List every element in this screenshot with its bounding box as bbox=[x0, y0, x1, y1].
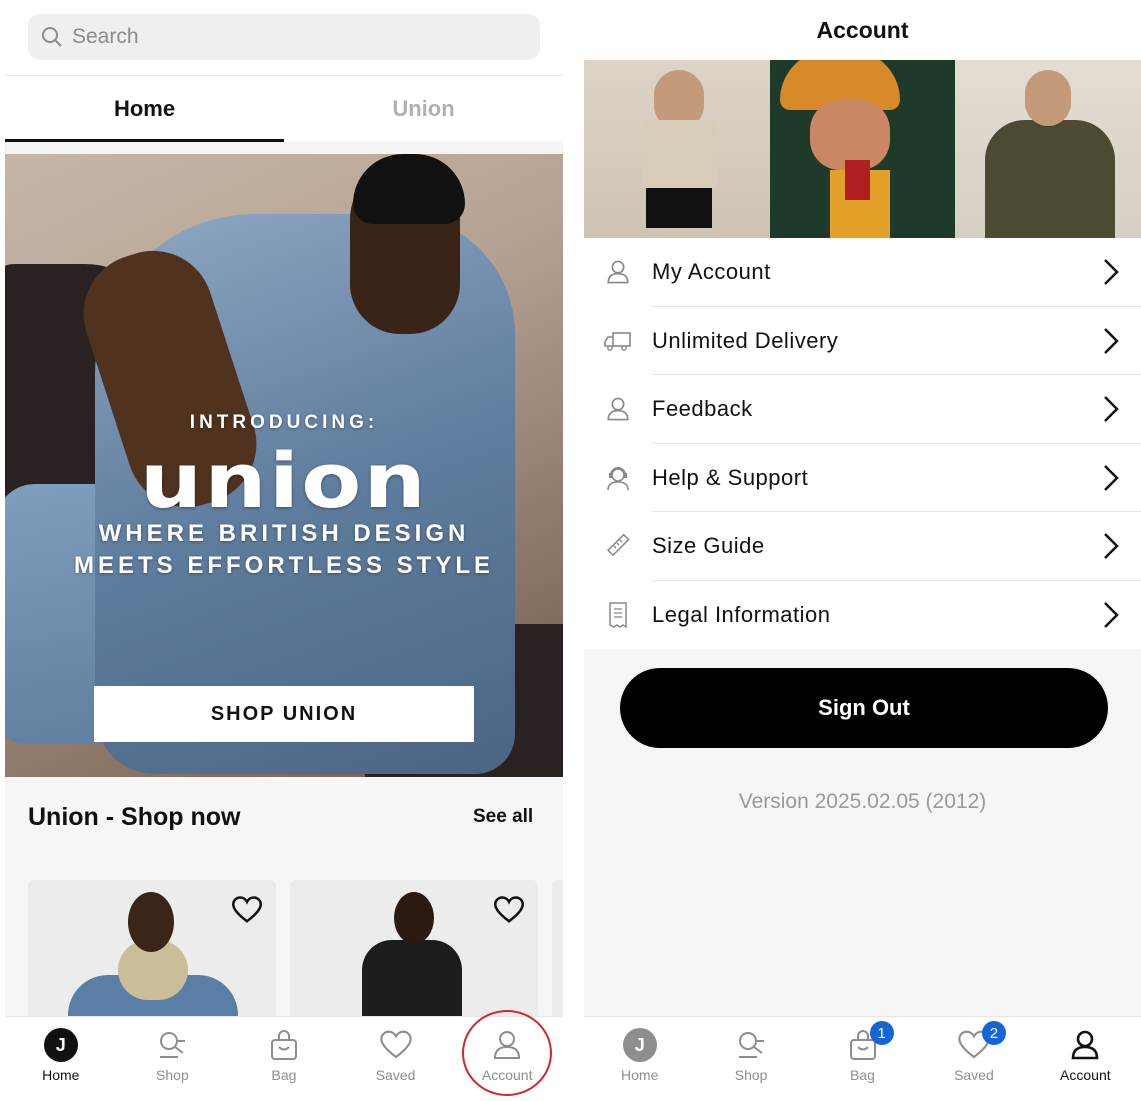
menu-item-help-support[interactable]: Help & Support bbox=[584, 444, 1141, 513]
ruler-icon bbox=[607, 533, 630, 557]
heart-icon[interactable] bbox=[494, 896, 524, 924]
hero-banner[interactable]: INTRODUCING: union WHERE BRITISH DESIGN … bbox=[5, 154, 563, 777]
divider bbox=[5, 142, 563, 154]
receipt-icon bbox=[609, 602, 627, 629]
hero-intro-text: INTRODUCING: bbox=[189, 412, 379, 433]
person-icon bbox=[1072, 1030, 1099, 1060]
saved-count-badge: 2 bbox=[981, 1021, 1006, 1045]
tab-home[interactable]: Home bbox=[5, 76, 284, 142]
shop-union-button[interactable]: SHOP UNION bbox=[94, 686, 474, 742]
menu-item-my-account[interactable]: My Account bbox=[584, 238, 1141, 307]
menu-label: Feedback bbox=[652, 396, 753, 422]
page-title: Account bbox=[584, 0, 1141, 60]
menu-label: Size Guide bbox=[652, 533, 765, 559]
nav-shop[interactable]: Shop bbox=[117, 1017, 229, 1101]
menu-label: Legal Information bbox=[652, 601, 831, 627]
nav-label: Account bbox=[1060, 1067, 1111, 1083]
menu-item-feedback[interactable]: Feedback bbox=[584, 375, 1141, 444]
j-logo-icon: J bbox=[622, 1028, 657, 1062]
chevron-right-icon bbox=[1104, 396, 1119, 423]
search-icon bbox=[42, 27, 62, 47]
nav-home[interactable]: J Home bbox=[584, 1017, 695, 1101]
banner-photo bbox=[955, 60, 1141, 238]
heart-icon bbox=[379, 1030, 412, 1059]
search-bar[interactable]: Search bbox=[28, 14, 540, 60]
banner-photo bbox=[584, 60, 770, 238]
menu-item-unlimited-delivery[interactable]: Unlimited Delivery bbox=[584, 307, 1141, 376]
nav-shop[interactable]: Shop bbox=[695, 1017, 806, 1101]
hero-tagline: MEETS EFFORTLESS STYLE bbox=[73, 552, 495, 579]
person-icon bbox=[607, 397, 629, 421]
shop-search-icon bbox=[160, 1032, 186, 1058]
search-placeholder: Search bbox=[72, 25, 139, 48]
menu-item-size-guide[interactable]: Size Guide bbox=[584, 512, 1141, 581]
nav-label: Home bbox=[621, 1067, 659, 1083]
bottom-nav: J Home Shop 1 Bag 2 Saved Account bbox=[584, 1016, 1141, 1101]
account-banner bbox=[584, 60, 1141, 238]
nav-label: Shop bbox=[734, 1067, 768, 1083]
nav-label: Home bbox=[42, 1067, 80, 1083]
product-image bbox=[128, 892, 174, 952]
nav-home[interactable]: J Home bbox=[5, 1017, 117, 1101]
chevron-right-icon bbox=[1104, 327, 1119, 354]
nav-bag[interactable]: Bag bbox=[228, 1017, 340, 1101]
nav-label: Bag bbox=[271, 1067, 297, 1083]
top-tabs: Home Union bbox=[5, 76, 563, 142]
product-image bbox=[394, 892, 434, 944]
nav-label: Shop bbox=[156, 1067, 189, 1083]
chevron-right-icon bbox=[1104, 533, 1119, 560]
menu-label: My Account bbox=[652, 259, 771, 285]
truck-icon bbox=[604, 331, 631, 351]
nav-saved[interactable]: 2 Saved bbox=[918, 1017, 1029, 1101]
app-version: Version 2025.02.05 (2012) bbox=[738, 790, 987, 813]
account-menu: My Account Unlimited Delivery Feedback H… bbox=[584, 238, 1141, 649]
account-screen: Account My Account Unlimited Delivery Fe… bbox=[584, 0, 1141, 1101]
nav-saved[interactable]: Saved bbox=[340, 1017, 452, 1101]
chevron-right-icon bbox=[1104, 464, 1119, 491]
menu-item-legal-information[interactable]: Legal Information bbox=[584, 581, 1141, 650]
nav-label: Saved bbox=[954, 1067, 994, 1083]
nav-bag[interactable]: 1 Bag bbox=[807, 1017, 918, 1101]
j-logo-icon: J bbox=[43, 1028, 78, 1062]
hero-tagline: WHERE BRITISH DESIGN bbox=[98, 520, 470, 547]
see-all-link[interactable]: See all bbox=[473, 806, 533, 828]
union-logo: union bbox=[139, 436, 429, 525]
support-agent-icon bbox=[607, 466, 629, 490]
heart-icon[interactable] bbox=[232, 896, 262, 924]
menu-label: Unlimited Delivery bbox=[652, 327, 839, 353]
tab-union[interactable]: Union bbox=[284, 76, 563, 142]
hero-image-part bbox=[353, 154, 465, 224]
banner-photo bbox=[769, 60, 956, 238]
bag-icon bbox=[270, 1030, 297, 1060]
menu-label: Help & Support bbox=[652, 464, 809, 490]
chevron-right-icon bbox=[1104, 259, 1119, 286]
section-title: Union - Shop now bbox=[28, 803, 241, 831]
shop-search-icon bbox=[739, 1032, 765, 1058]
person-icon bbox=[607, 260, 629, 284]
bag-count-badge: 1 bbox=[869, 1021, 894, 1045]
home-screen: Search Home Union INTRODUCING: union WHE… bbox=[5, 0, 563, 1101]
nav-label: Bag bbox=[850, 1067, 875, 1083]
nav-label: Saved bbox=[375, 1067, 416, 1083]
nav-account[interactable]: Account bbox=[1030, 1017, 1141, 1101]
highlight-circle bbox=[462, 1010, 552, 1096]
chevron-right-icon bbox=[1104, 601, 1119, 628]
sign-out-button[interactable]: Sign Out bbox=[620, 668, 1108, 748]
